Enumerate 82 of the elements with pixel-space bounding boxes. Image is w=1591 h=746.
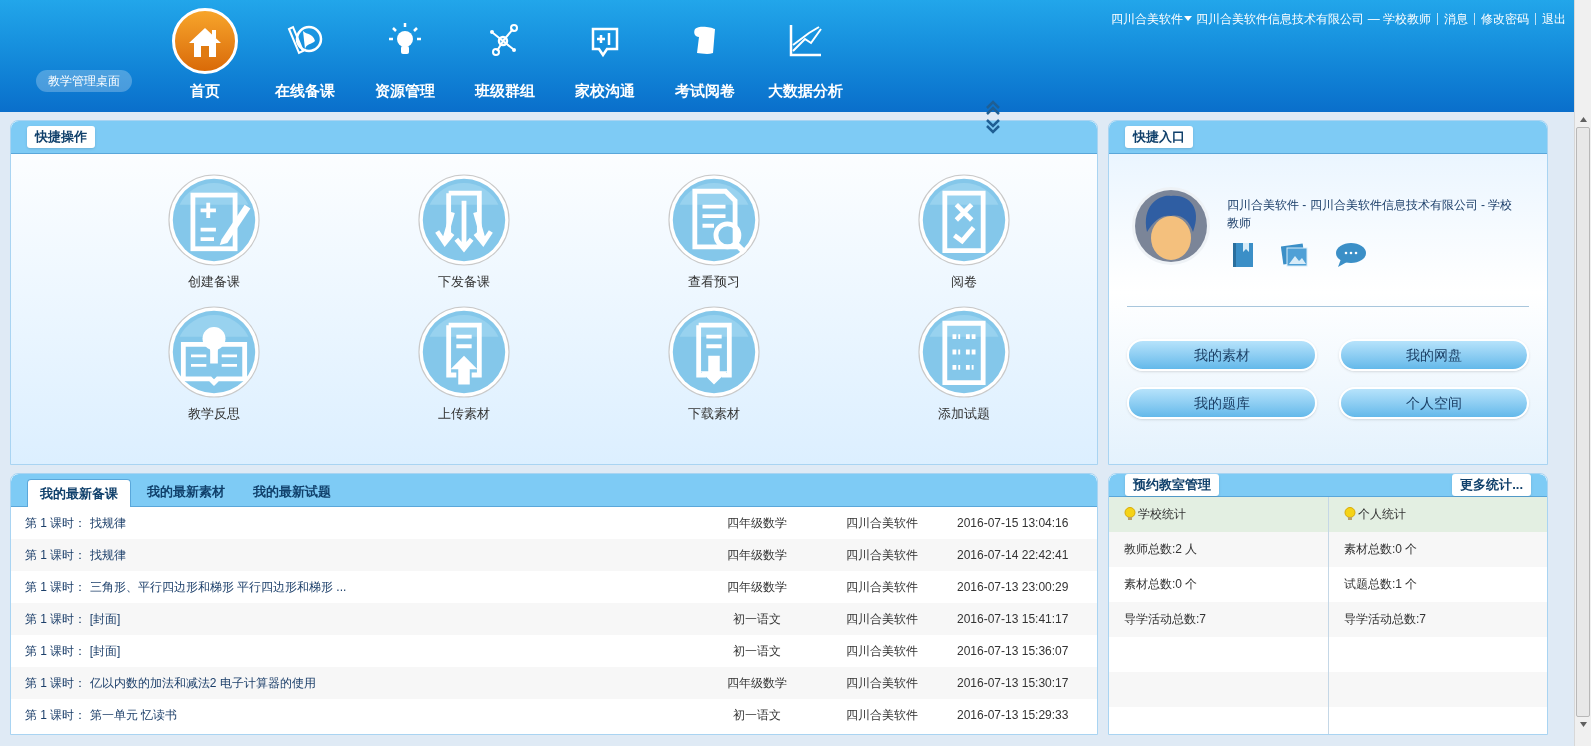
time-cell-text: 2016-07-13 15:30:17: [956, 675, 1070, 692]
stat-item: 导学活动总数:7: [1124, 611, 1206, 628]
upload-document-icon: [418, 305, 510, 398]
panel-title: 快捷入口: [1125, 126, 1193, 148]
lightbulb-icon: [1124, 507, 1136, 521]
time-cell-text: 2016-07-15 13:04:16: [956, 515, 1070, 532]
dropdown-caret-icon: [1184, 16, 1193, 22]
time-cell-text: 2016-07-13 15:41:17: [956, 611, 1070, 628]
nav-tab[interactable]: 班级群组: [455, 0, 555, 112]
tab[interactable]: 我的最新试题: [241, 478, 343, 506]
subject-cell-text: 四年级数学: [726, 675, 788, 692]
time-cell-text: 2016-07-13 23:00:29: [956, 579, 1070, 596]
stat-item: 试题总数:1 个: [1344, 576, 1418, 593]
author-cell-text: 四川合美软件: [845, 643, 919, 660]
nav-tab[interactable]: 资源管理: [355, 0, 455, 112]
lesson-link[interactable]: 第 1 课时： 亿以内数的加法和减法2 电子计算器的使用: [11, 674, 697, 692]
lesson-link[interactable]: 第 1 课时： 第一单元 忆读书: [11, 706, 697, 724]
shortcut-button[interactable]: 个人空间: [1339, 387, 1529, 419]
stat-item: 导学活动总数:7: [1344, 611, 1426, 628]
bookmark-book-icon[interactable]: [1231, 242, 1255, 268]
nav-tab[interactable]: 考试阅卷: [655, 0, 755, 112]
author-cell-text: 四川合美软件: [845, 547, 919, 564]
author-cell-text: 四川合美软件: [845, 515, 919, 532]
tab[interactable]: 我的最新备课: [27, 479, 131, 507]
desktop-badge: 教学管理桌面: [35, 70, 132, 92]
edit-document-icon: [168, 174, 260, 266]
scrollbar[interactable]: [1574, 0, 1591, 746]
shortcut-button[interactable]: 我的网盘: [1339, 339, 1529, 371]
panel-title: 预约教室管理: [1125, 474, 1219, 496]
option-list-icon: [918, 305, 1010, 398]
subject-cell-text: 初一语文: [732, 643, 782, 660]
scrollbar-thumb[interactable]: [1576, 127, 1590, 717]
quick-action[interactable]: 下发备课: [339, 174, 589, 292]
distribute-down-icon: [418, 174, 510, 266]
shortcut-button[interactable]: 我的素材: [1127, 339, 1317, 371]
stat-item: 教师总数:2 人: [1124, 541, 1198, 558]
lesson-link[interactable]: 第 1 课时： 找规律: [11, 546, 697, 564]
collapse-icon[interactable]: [984, 100, 1002, 134]
user-info: 四川合美软件信息技术有限公司 — 学校教师: [1196, 11, 1432, 28]
subject-cell-text: 初一语文: [732, 611, 782, 628]
chat-bubble-icon[interactable]: [1335, 242, 1367, 268]
lesson-link[interactable]: 第 1 课时： [封面]: [11, 610, 697, 628]
stats-heading: 学校统计: [1138, 506, 1186, 523]
subject-cell-text: 四年级数学: [726, 579, 788, 596]
quick-action[interactable]: 阅卷: [839, 174, 1089, 292]
open-book-bulb-icon: [168, 305, 260, 398]
panel-title: 快捷操作: [27, 126, 95, 148]
author-cell-text: 四川合美软件: [845, 675, 919, 692]
lesson-link[interactable]: 第 1 课时： 找规律: [11, 514, 697, 532]
author-cell-text: 四川合美软件: [845, 707, 919, 724]
quick-action[interactable]: 添加试题: [839, 305, 1089, 423]
tab[interactable]: 我的最新素材: [135, 478, 237, 506]
lesson-link[interactable]: 第 1 课时： [封面]: [11, 642, 697, 660]
check-sheet-icon: [918, 174, 1010, 266]
time-cell-text: 2016-07-14 22:42:41: [956, 547, 1070, 564]
stat-item: 素材总数:0 个: [1344, 541, 1418, 558]
profile-text: 四川合美软件 - 四川合美软件信息技术有限公司 - 学校教师: [1227, 197, 1514, 232]
lesson-link[interactable]: 第 1 课时： 三角形、平行四边形和梯形 平行四边形和梯形 ...: [11, 578, 697, 596]
subject-cell-text: 初一语文: [732, 707, 782, 724]
time-cell-text: 2016-07-13 15:29:33: [956, 707, 1070, 724]
nav-tab[interactable]: 家校沟通: [555, 0, 655, 112]
subject-cell-text: 四年级数学: [726, 515, 788, 532]
author-cell-text: 四川合美软件: [845, 611, 919, 628]
quick-action[interactable]: 教学反思: [89, 305, 339, 423]
lightbulb-icon: [1344, 507, 1356, 521]
more-stats-button[interactable]: 更多统计...: [1452, 474, 1531, 496]
subject-cell-text: 四年级数学: [726, 547, 788, 564]
photo-icon[interactable]: [1281, 242, 1309, 268]
quick-action[interactable]: 创建备课: [89, 174, 339, 292]
quick-action[interactable]: 上传素材: [339, 305, 589, 423]
author-cell-text: 四川合美软件: [845, 579, 919, 596]
quick-action[interactable]: 下载素材: [589, 305, 839, 423]
stats-heading: 个人统计: [1358, 506, 1406, 523]
nav-tab[interactable]: 首页: [155, 0, 255, 112]
nav-tab[interactable]: 大数据分析: [755, 0, 855, 112]
shortcut-button[interactable]: 我的题库: [1127, 387, 1317, 419]
time-cell-text: 2016-07-13 15:36:07: [956, 643, 1070, 660]
document-search-icon: [668, 174, 760, 266]
stat-item: 素材总数:0 个: [1124, 576, 1198, 593]
nav-tab[interactable]: 在线备课: [255, 0, 355, 112]
download-document-icon: [668, 305, 760, 398]
quick-action[interactable]: 查看预习: [589, 174, 839, 292]
